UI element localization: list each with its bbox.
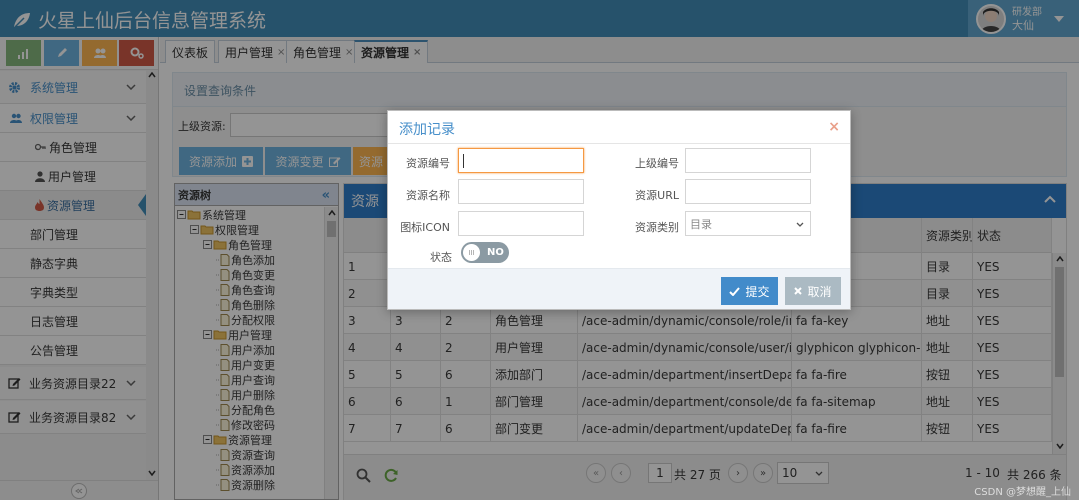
- chevron-down-icon: [796, 222, 804, 227]
- status-label: 状态: [430, 251, 452, 264]
- button-label: 取消: [807, 284, 832, 299]
- icon-label: 图标ICON: [400, 221, 450, 234]
- field-value: 目录: [690, 217, 712, 231]
- resource-code-input[interactable]: [458, 148, 584, 173]
- resource-url-label: 资源URL: [635, 189, 679, 202]
- resource-type-label: 资源类别: [635, 221, 679, 234]
- text-cursor: [463, 153, 464, 168]
- button-label: 提交: [745, 284, 770, 299]
- resource-name-input[interactable]: [458, 179, 584, 204]
- resource-name-label: 资源名称: [406, 189, 450, 202]
- check-icon: [729, 286, 741, 296]
- resource-code-label: 资源编号: [406, 157, 450, 170]
- resource-type-select[interactable]: 目录: [685, 211, 811, 236]
- close-icon[interactable]: ×: [828, 119, 840, 135]
- dialog-footer: 提交 取消: [388, 268, 850, 309]
- parent-code-label: 上级编号: [635, 157, 679, 170]
- watermark: CSDN @梦想醒_上仙: [974, 487, 1071, 498]
- icon-input[interactable]: [458, 211, 584, 236]
- add-record-dialog: 添加记录 × 资源编号 上级编号 资源名称 资源URL 图标ICON 资源类别 …: [387, 110, 851, 310]
- dialog-header: 添加记录 ×: [388, 111, 850, 144]
- dialog-title: 添加记录: [399, 122, 455, 138]
- submit-button[interactable]: 提交: [721, 277, 778, 305]
- cancel-button[interactable]: 取消: [785, 277, 841, 305]
- toggle-knob: III: [463, 244, 480, 261]
- status-toggle[interactable]: III NO: [461, 242, 509, 263]
- toggle-label: NO: [487, 247, 504, 258]
- parent-code-input[interactable]: [685, 148, 811, 173]
- resource-url-input[interactable]: [685, 179, 811, 204]
- close-icon: [794, 287, 803, 295]
